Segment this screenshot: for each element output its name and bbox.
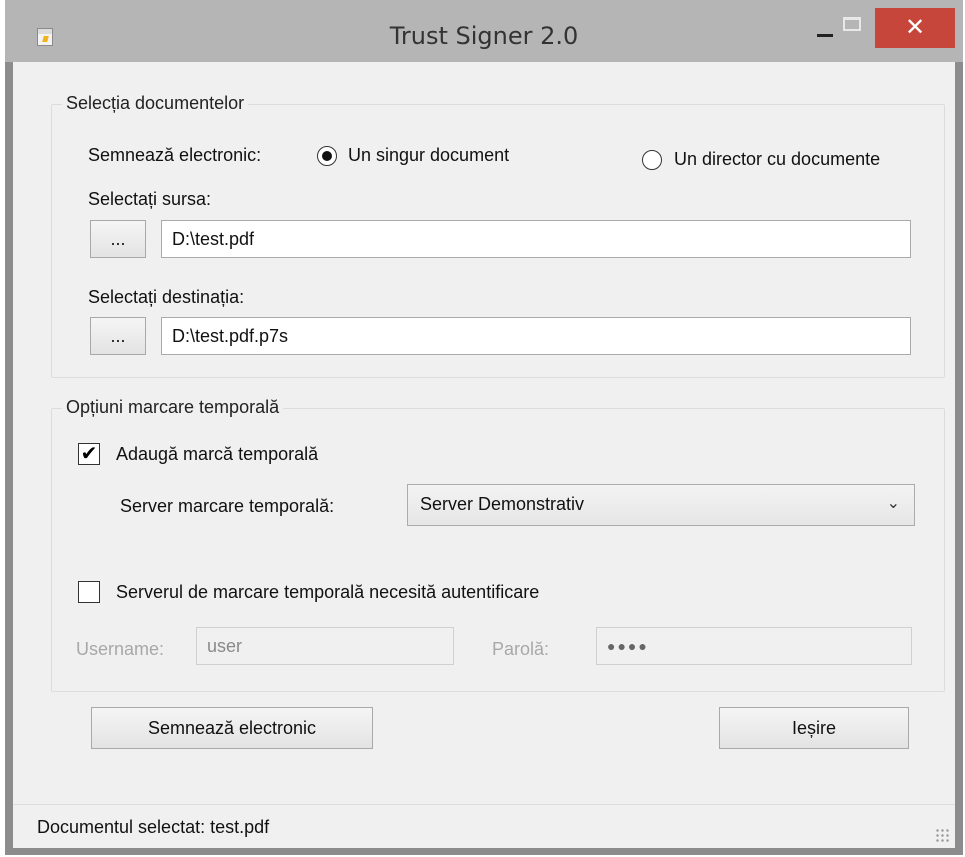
source-path-input[interactable]: D:\test.pdf [161,220,911,258]
server-select[interactable]: Server Demonstrativ ⌄ [407,484,915,526]
documents-group-title: Selecția documentelor [62,93,249,114]
close-button[interactable]: ✕ [875,8,955,48]
username-input[interactable]: user [196,627,454,665]
single-document-label[interactable]: Un singur document [348,145,509,166]
title-bar[interactable]: Trust Signer 2.0 ✕ [5,0,963,62]
exit-button[interactable]: Ieșire [719,707,909,749]
sign-mode-label: Semnează electronic: [88,145,262,165]
destination-path-input[interactable]: D:\test.pdf.p7s [161,317,911,355]
add-timestamp-checkbox[interactable]: ✔ [78,443,100,465]
timestamp-group: Opțiuni marcare temporală ✔ Adaugă marcă… [51,397,945,692]
source-label: Selectați sursa: [88,189,212,209]
server-select-value: Server Demonstrativ [420,494,585,514]
maximize-button[interactable] [843,17,861,31]
password-label: Parolă: [492,639,550,659]
timestamp-group-title: Opțiuni marcare temporală [62,397,284,418]
auth-required-label[interactable]: Serverul de marcare temporală necesită a… [116,582,539,603]
directory-label[interactable]: Un director cu documente [674,149,880,170]
auth-required-checkbox[interactable] [78,581,100,603]
single-document-radio[interactable] [317,146,337,166]
main-window: Trust Signer 2.0 ✕ Selecția documentelor… [5,0,963,855]
destination-label: Selectați destinația: [88,287,245,307]
resize-grip-icon[interactable] [935,828,949,842]
source-browse-button[interactable]: ... [90,220,146,258]
chevron-down-icon: ⌄ [886,495,900,512]
status-text: Documentul selectat: test.pdf [37,817,270,837]
minimize-button[interactable] [817,34,833,37]
status-bar: Documentul selectat: test.pdf [13,804,955,848]
add-timestamp-label[interactable]: Adaugă marcă temporală [116,444,318,465]
username-label: Username: [76,639,165,659]
documents-group: Selecția documentelor Semnează electroni… [51,93,945,378]
checkmark-icon: ✔ [80,443,98,465]
password-input[interactable]: ●●●● [596,627,912,665]
server-label: Server marcare temporală: [120,496,335,516]
directory-radio[interactable] [642,150,662,170]
close-icon: ✕ [904,13,926,41]
client-area: Selecția documentelor Semnează electroni… [13,62,955,804]
destination-browse-button[interactable]: ... [90,317,146,355]
sign-electronic-button[interactable]: Semnează electronic [91,707,373,749]
